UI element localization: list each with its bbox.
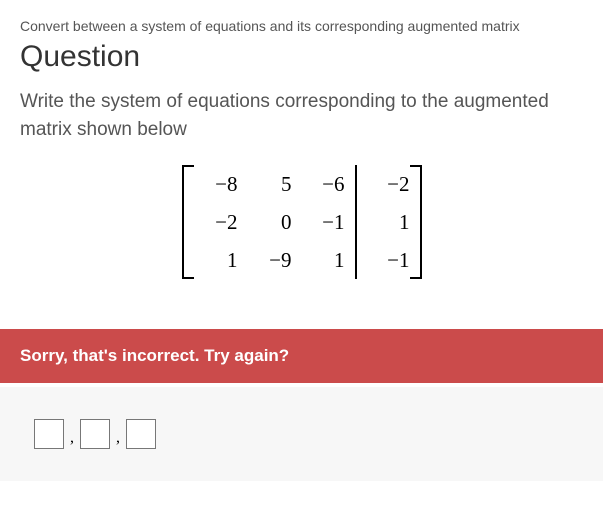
equation-input-2[interactable] bbox=[80, 419, 110, 449]
augmented-matrix: −8 5 −6 −2 −2 0 −1 1 1 −9 1 −1 bbox=[20, 165, 583, 279]
separator: , bbox=[68, 429, 76, 447]
matrix-cell: −9 bbox=[248, 241, 302, 279]
matrix-cell: 0 bbox=[248, 203, 302, 241]
matrix-table: −8 5 −6 −2 −2 0 −1 1 1 −9 1 −1 bbox=[194, 165, 410, 279]
matrix-cell: 1 bbox=[194, 241, 248, 279]
matrix-row: 1 −9 1 −1 bbox=[194, 241, 410, 279]
matrix-cell: −8 bbox=[194, 165, 248, 203]
question-heading: Question bbox=[20, 40, 583, 74]
matrix-cell: −1 bbox=[302, 203, 356, 241]
equation-input-1[interactable] bbox=[34, 419, 64, 449]
matrix-cell: 1 bbox=[302, 241, 356, 279]
matrix-cell: 5 bbox=[248, 165, 302, 203]
topic-label: Convert between a system of equations an… bbox=[20, 18, 583, 34]
matrix-row: −2 0 −1 1 bbox=[194, 203, 410, 241]
matrix-cell: −2 bbox=[194, 203, 248, 241]
matrix-aug-cell: 1 bbox=[356, 203, 410, 241]
question-prompt: Write the system of equations correspond… bbox=[20, 88, 583, 143]
feedback-banner: Sorry, that's incorrect. Try again? bbox=[0, 329, 603, 383]
matrix-row: −8 5 −6 −2 bbox=[194, 165, 410, 203]
matrix-aug-cell: −2 bbox=[356, 165, 410, 203]
matrix-aug-cell: −1 bbox=[356, 241, 410, 279]
equation-input-3[interactable] bbox=[126, 419, 156, 449]
answer-area: , , bbox=[0, 387, 603, 481]
matrix-cell: −6 bbox=[302, 165, 356, 203]
matrix-right-bracket bbox=[410, 165, 422, 279]
matrix-left-bracket bbox=[182, 165, 194, 279]
separator: , bbox=[114, 429, 122, 447]
